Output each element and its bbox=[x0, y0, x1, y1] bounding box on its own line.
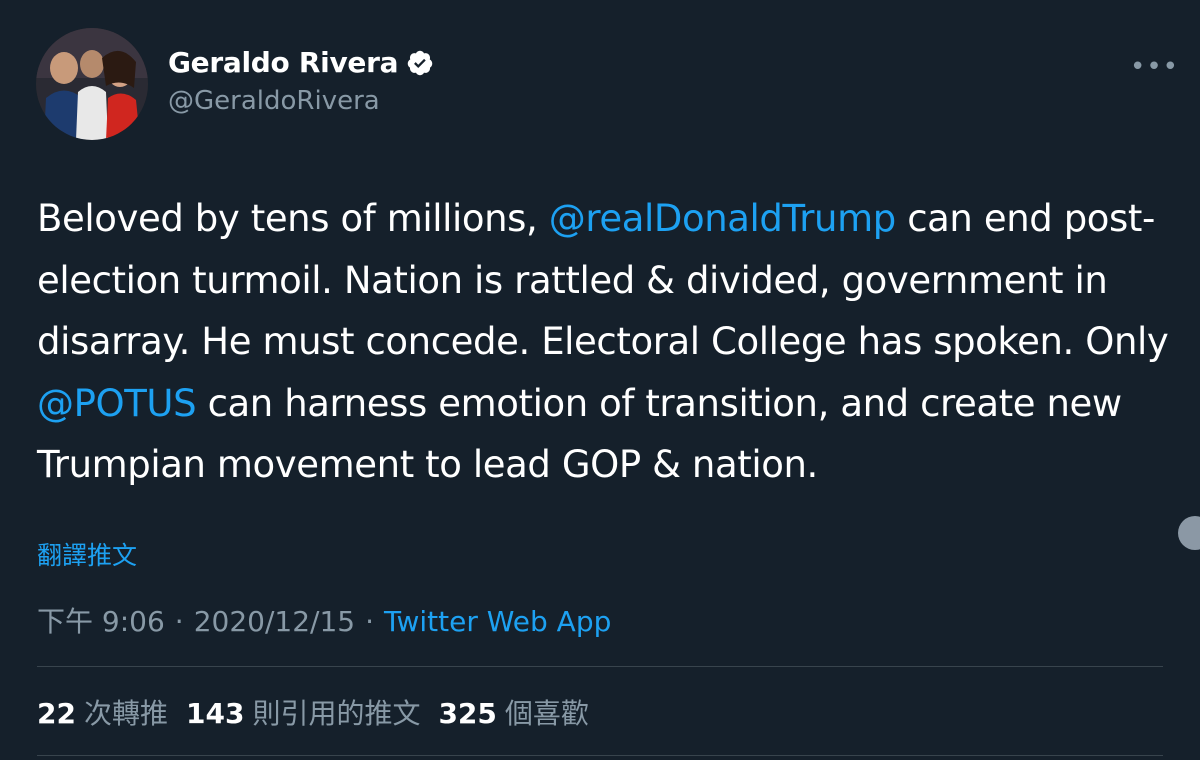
verified-badge-icon bbox=[407, 50, 433, 75]
tweet-time[interactable]: 下午 9:06 bbox=[37, 605, 165, 638]
author-name-row[interactable]: Geraldo Rivera bbox=[168, 46, 434, 79]
tweet-date[interactable]: 2020/12/15 bbox=[194, 605, 355, 638]
likes-label: 個喜歡 bbox=[504, 697, 589, 730]
avatar[interactable] bbox=[36, 28, 148, 140]
translate-tweet-link[interactable]: 翻譯推文 bbox=[37, 536, 137, 572]
retweets-count: 22 bbox=[37, 697, 76, 730]
tweet-text-segment: can harness emotion of transition, and c… bbox=[37, 381, 1122, 487]
retweets-stat[interactable]: 22 次轉推 bbox=[37, 692, 168, 732]
author-handle[interactable]: @GeraldoRivera bbox=[168, 86, 380, 116]
tweet-text-segment: Beloved by tens of millions, bbox=[37, 197, 549, 240]
likes-count: 325 bbox=[438, 697, 497, 730]
quote-tweets-stat[interactable]: 143 則引用的推文 bbox=[186, 692, 420, 732]
divider bbox=[37, 755, 1163, 756]
retweets-label: 次轉推 bbox=[83, 697, 168, 730]
quotes-count: 143 bbox=[185, 697, 245, 730]
scrollbar-handle[interactable] bbox=[1178, 516, 1200, 550]
mention-link-potus[interactable]: @POTUS bbox=[37, 382, 197, 425]
divider bbox=[37, 666, 1163, 667]
avatar-photo bbox=[36, 28, 148, 140]
tweet-detail: Geraldo Rivera @GeraldoRivera ••• Belove… bbox=[0, 0, 1200, 760]
tweet-source-link[interactable]: Twitter Web App bbox=[384, 605, 611, 638]
author-name[interactable]: Geraldo Rivera bbox=[168, 46, 399, 79]
meta-separator: · bbox=[365, 605, 374, 638]
tweet-meta: 下午 9:06 · 2020/12/15 · Twitter Web App bbox=[37, 600, 611, 640]
mention-link-realdonaldtrump[interactable]: @realDonaldTrump bbox=[549, 197, 896, 240]
tweet-text: Beloved by tens of millions, @realDonald… bbox=[37, 188, 1177, 496]
meta-separator: · bbox=[174, 605, 184, 638]
likes-stat[interactable]: 325 個喜歡 bbox=[438, 692, 588, 732]
quotes-label: 則引用的推文 bbox=[252, 697, 421, 730]
more-options-icon[interactable]: ••• bbox=[1130, 52, 1179, 82]
tweet-stats: 22 次轉推 143 則引用的推文 325 個喜歡 bbox=[37, 692, 607, 732]
